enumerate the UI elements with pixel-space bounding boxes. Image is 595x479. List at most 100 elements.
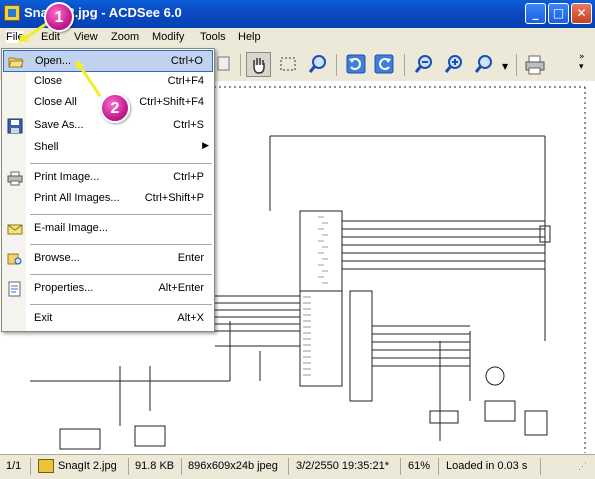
hand-icon	[253, 58, 265, 74]
menu-item-label: Save As...	[34, 119, 84, 131]
step-2-badge: 2	[100, 93, 130, 123]
rotate-right-button[interactable]	[372, 52, 397, 77]
menu-item-open[interactable]: Open... Ctrl+O	[3, 50, 213, 72]
schematic-line	[429, 410, 459, 424]
toolbar-separator	[336, 54, 337, 76]
schematic-line	[299, 290, 343, 387]
select-tool-button[interactable]	[276, 52, 301, 77]
status-date: 3/2/2550 19:35:21*	[296, 460, 389, 472]
browse-icon	[7, 253, 22, 265]
menu-item-shortcut: Ctrl+P	[173, 171, 204, 183]
menu-item-email-image[interactable]: E-mail Image...	[3, 218, 213, 240]
status-load-time: Loaded in 0.03 s	[446, 460, 528, 472]
toolbar-overflow-icon[interactable]: » ▾	[579, 52, 585, 72]
menu-item-close[interactable]: Close Ctrl+F4	[3, 71, 213, 93]
menu-edit[interactable]: Edit	[41, 31, 60, 43]
status-separator	[540, 458, 541, 475]
status-separator	[288, 458, 289, 475]
status-dimensions: 896x609x24b jpeg	[188, 460, 278, 472]
menu-item-print-image[interactable]: Print Image... Ctrl+P	[3, 167, 213, 189]
menu-item-shortcut: Enter	[177, 252, 204, 264]
menu-item-label: Close	[34, 75, 63, 87]
zoom-out-button[interactable]	[412, 52, 437, 77]
file-menu-dropdown: Open... Ctrl+O Close Ctrl+F4 Close All C…	[1, 48, 215, 332]
zoom-dropdown-button[interactable]	[472, 52, 497, 77]
status-separator	[30, 458, 31, 475]
status-filename: SnagIt 2.jpg	[58, 460, 117, 472]
status-zoom: 61%	[408, 460, 431, 472]
schematic-line	[485, 366, 505, 386]
floppy-disk-icon	[7, 118, 23, 134]
close-window-button[interactable]: ✕	[571, 3, 592, 24]
rotate-left-button[interactable]	[344, 52, 369, 77]
menu-help[interactable]: Help	[238, 31, 261, 43]
menu-item-exit[interactable]: Exit Alt+X	[3, 308, 213, 330]
menu-modify[interactable]: Modify	[152, 31, 184, 43]
menu-zoom[interactable]: Zoom	[111, 31, 139, 43]
rotate-right-icon	[374, 54, 394, 74]
menu-item-shortcut: Ctrl+S	[173, 119, 204, 131]
zoom-in-icon	[444, 55, 462, 73]
status-bar: 1/1 SnagIt 2.jpg 91.8 KB 896x609x24b jpe…	[0, 454, 595, 479]
zoom-in-button[interactable]	[442, 52, 467, 77]
menu-item-label: Shell	[34, 141, 59, 153]
submenu-arrow-icon: ▶	[202, 140, 209, 150]
status-separator	[400, 458, 401, 475]
menu-item-shell[interactable]: Shell ▶	[3, 137, 213, 159]
selection-rectangle-icon	[280, 57, 296, 71]
menu-bar: File Edit View Zoom Modify Tools Help	[0, 28, 595, 48]
menu-item-shortcut: Alt+X	[177, 312, 204, 324]
status-filesize: 91.8 KB	[135, 460, 175, 472]
open-folder-icon	[8, 57, 24, 68]
email-icon	[7, 224, 23, 235]
schematic-line	[484, 400, 516, 422]
menu-item-label: Properties...	[34, 282, 94, 294]
acdsee-app-icon[interactable]	[4, 5, 20, 21]
menu-view[interactable]: View	[74, 31, 98, 43]
magnifier-icon	[308, 55, 326, 73]
zoom-out-icon	[414, 55, 432, 73]
menu-item-browse[interactable]: Browse... Enter	[3, 248, 213, 270]
print-button[interactable]	[522, 52, 547, 77]
menu-separator	[30, 244, 212, 245]
status-separator	[438, 458, 439, 475]
rotate-left-icon	[346, 54, 366, 74]
copy-icon	[217, 56, 230, 71]
chevron-down-icon[interactable]: ▼	[502, 62, 508, 71]
jpeg-file-icon	[38, 459, 54, 473]
minimize-button[interactable]: _	[525, 3, 546, 24]
menu-item-label: Open...	[35, 55, 72, 67]
properties-icon	[8, 281, 21, 297]
menu-separator	[30, 304, 212, 305]
resize-grip-icon[interactable]: ⋰	[578, 461, 587, 472]
menu-item-shortcut: Ctrl+Shift+P	[144, 192, 204, 204]
menu-item-label: Close All	[34, 96, 77, 108]
menu-item-properties[interactable]: Properties... Alt+Enter	[3, 278, 213, 300]
title-bar: SnagIt 2.jpg - ACDSee 6.0 _ □ ✕	[0, 0, 595, 28]
maximize-button[interactable]: □	[548, 3, 569, 24]
hand-tool-button[interactable]	[246, 52, 271, 77]
schematic-line	[349, 290, 373, 402]
toolbar-separator	[404, 54, 405, 76]
image-index: 1/1	[6, 460, 22, 472]
toolbar-copy-button[interactable]	[212, 52, 237, 77]
menu-item-shortcut: Ctrl+O	[170, 55, 203, 67]
menu-item-print-all-images[interactable]: Print All Images... Ctrl+Shift+P	[3, 188, 213, 210]
toolbar-separator	[240, 54, 241, 76]
schematic-line	[524, 410, 548, 436]
menu-separator	[30, 274, 212, 275]
status-separator	[128, 458, 129, 475]
menu-file[interactable]: File	[6, 31, 24, 43]
menu-item-label: Print All Images...	[34, 192, 120, 204]
schematic-line	[59, 428, 101, 450]
menu-item-label: Print Image...	[34, 171, 100, 183]
menu-item-shortcut: Ctrl+F4	[167, 75, 204, 87]
menu-item-label: Browse...	[34, 252, 80, 264]
schematic-line	[134, 425, 166, 447]
menu-separator	[30, 163, 212, 164]
printer-icon	[525, 55, 545, 75]
status-separator	[181, 458, 182, 475]
zoom-tool-button[interactable]	[306, 52, 331, 77]
menu-separator	[30, 214, 212, 215]
menu-tools[interactable]: Tools	[200, 31, 226, 43]
